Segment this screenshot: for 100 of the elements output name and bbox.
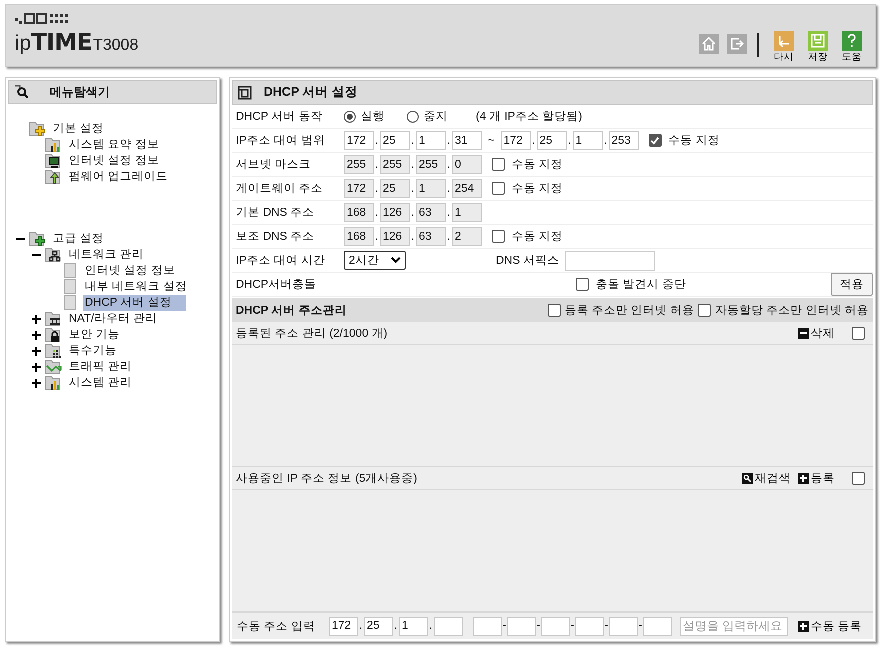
panel-title: DHCP 서버 설정 (264, 84, 358, 101)
separator-dot: . (446, 182, 452, 194)
tree-toggle-icon[interactable] (32, 314, 41, 324)
tree-item[interactable]: 인터넷 설정 정보 (67, 153, 164, 169)
tree-toggle-icon[interactable] (32, 346, 41, 356)
field-label: 게이트웨이 주소 (236, 182, 324, 196)
separator-dot: . (410, 230, 416, 242)
tree-item[interactable]: NAT/라우터 관리 (67, 311, 162, 327)
tree-item[interactable]: DHCP 서버 설정 (83, 295, 186, 311)
mac-field[interactable] (609, 616, 638, 636)
plus-icon (798, 620, 809, 632)
checkbox[interactable] (576, 278, 589, 291)
ip-octet-field[interactable]: 25 (364, 616, 393, 636)
ip-octet-field[interactable]: 172 (329, 616, 358, 636)
field-label: 수동 주소 입력 (237, 620, 316, 634)
dropdown-caret-icon (391, 257, 401, 264)
checkbox-label: 수동 지정 (512, 230, 564, 244)
separator-dot: . (410, 158, 416, 170)
separator-dash: - (502, 620, 507, 632)
separator-dot: . (410, 206, 416, 218)
ip-octet-field[interactable]: 1 (399, 616, 428, 636)
checkbox[interactable] (852, 472, 865, 484)
folder-icon (45, 359, 65, 375)
checkbox[interactable] (548, 304, 561, 316)
tree-item[interactable]: 네트워크 관리 (67, 247, 148, 263)
toolbar-button[interactable]: 저장 (805, 31, 831, 63)
plus-icon (798, 472, 809, 484)
separator-dash: - (536, 620, 541, 632)
manual-register-button[interactable]: 수동 등록 (798, 618, 862, 634)
radio-button[interactable] (407, 110, 419, 122)
field-label: 보조 DNS 주소 (236, 230, 316, 244)
separator-dot: . (428, 620, 434, 632)
radio-button[interactable] (344, 110, 356, 122)
action-link[interactable]: 재검색 (742, 470, 791, 486)
separator-dot: . (410, 182, 416, 194)
tree-item[interactable]: 트래픽 관리 (67, 359, 136, 375)
checkbox[interactable] (648, 134, 662, 147)
checkbox-label: 등록 주소만 인터넷 허용 (564, 304, 694, 318)
field-label: IP주소 대여 시간 (236, 254, 326, 268)
tree-item[interactable]: 펌웨어 업그레이드 (67, 169, 172, 185)
separator-dot: . (446, 134, 452, 146)
separator-dot: . (410, 134, 416, 146)
tree-item[interactable]: 보안 기능 (67, 327, 124, 343)
checkbox[interactable] (698, 304, 712, 316)
tree-toggle-icon[interactable] (32, 362, 41, 372)
ip-octet-field[interactable]: 25 (536, 131, 567, 150)
mac-field[interactable] (575, 616, 604, 636)
separator-dash: - (638, 620, 643, 632)
separator-dot: . (446, 158, 452, 170)
radio-label: 실행 (361, 110, 385, 124)
tree-item[interactable]: 고급 설정 (51, 231, 108, 247)
ip-octet-field[interactable]: 31 (452, 131, 482, 150)
tree-item[interactable]: 특수기능 (67, 343, 121, 359)
ip-octet-field[interactable]: 253 (608, 131, 639, 150)
separator-dot: . (374, 134, 380, 146)
field-label: 기본 DNS 주소 (236, 206, 316, 220)
separator-dot: . (393, 620, 399, 632)
dns-suffix-field[interactable] (565, 250, 656, 270)
field-label: DHCP 서버 동작 (236, 110, 324, 124)
search-icon (742, 472, 753, 484)
status-note: (4 개 IP주소 할당됨) (476, 110, 583, 124)
tree-item[interactable]: 기본 설정 (51, 121, 108, 137)
ip-octet-field[interactable] (434, 616, 463, 636)
range-separator: ~ (488, 134, 495, 146)
field-label: 서브넷 마스크 (236, 158, 312, 172)
mac-field[interactable] (541, 616, 570, 636)
checkbox-label: 수동 지정 (512, 158, 564, 172)
tree-item[interactable]: 시스템 요약 정보 (67, 137, 164, 153)
toolbar-button[interactable]: 다시 (771, 31, 797, 63)
ip-octet-field[interactable]: 25 (380, 131, 410, 150)
apply-button[interactable]: 적용 (831, 273, 873, 296)
separator-dash: - (570, 620, 575, 632)
checkbox[interactable] (852, 326, 865, 340)
radio-label: 중지 (424, 110, 448, 124)
description-field[interactable]: 설명을 입력하세요 (680, 616, 788, 636)
brand-name: TIME (31, 32, 92, 55)
ip-octet-field[interactable]: 1 (572, 131, 603, 150)
toolbar-button[interactable]: 도움 (839, 31, 865, 63)
action-link[interactable]: 등록 (798, 470, 835, 486)
checkbox-label: 수동 지정 (512, 182, 564, 196)
mac-field[interactable] (643, 616, 672, 636)
tree-toggle-icon[interactable] (32, 330, 41, 340)
ip-octet-field[interactable]: 1 (416, 131, 446, 150)
separator-dot: . (567, 134, 572, 146)
list-title: 사용중인 IP 주소 정보 (5개사용중) (236, 472, 418, 486)
tree-item[interactable]: 인터넷 설정 정보 (83, 263, 180, 279)
brand-prefix: ip (15, 33, 32, 54)
separator-dot: . (374, 230, 380, 242)
ip-octet-field[interactable]: 172 (344, 131, 374, 150)
checkbox-label: 수동 지정 (668, 134, 720, 148)
separator-dot: . (603, 134, 608, 146)
tree-toggle-icon[interactable] (32, 378, 41, 388)
tree-item[interactable]: 내부 네트워크 설정 (83, 279, 192, 295)
mac-field[interactable] (473, 616, 502, 636)
lease-time-select[interactable]: 2시간 (344, 251, 406, 270)
tree-item[interactable]: 시스템 관리 (67, 375, 136, 391)
ip-octet-field[interactable]: 172 (500, 131, 531, 150)
action-link[interactable]: 삭제 (798, 326, 835, 340)
mac-field[interactable] (507, 616, 536, 636)
checkbox-label: 자동할당 주소만 인터넷 허용 (715, 304, 869, 318)
